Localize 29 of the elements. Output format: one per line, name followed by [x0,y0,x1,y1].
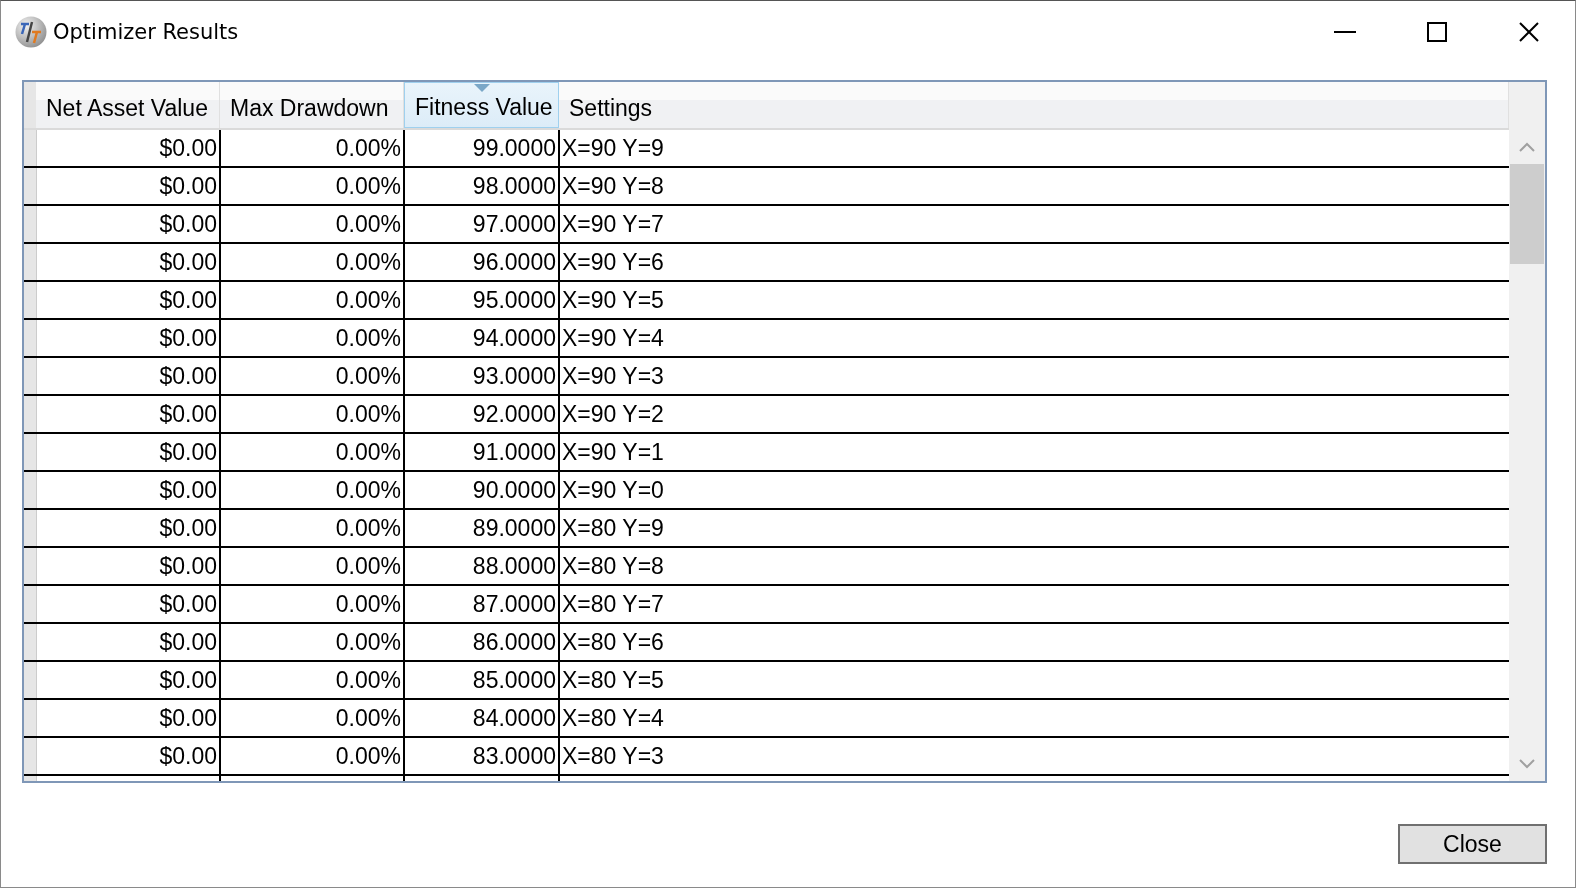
row-header[interactable] [24,206,37,242]
row-header[interactable] [24,472,37,508]
row-header[interactable] [24,130,37,166]
row-header[interactable] [24,510,37,546]
row-header[interactable] [24,358,37,394]
row-header[interactable] [24,548,37,584]
close-icon [1519,21,1539,42]
row-header[interactable] [24,168,37,204]
row-header[interactable] [24,396,37,432]
window-title: Optimizer Results [53,19,240,44]
sort-descending-icon [473,84,490,92]
scrollbar-thumb[interactable] [1510,164,1544,264]
row-header[interactable] [24,586,37,622]
maximize-icon [1427,21,1447,42]
app-logo-icon [15,15,47,48]
row-header[interactable] [24,434,37,470]
row-header[interactable] [24,700,37,736]
row-header[interactable] [24,662,37,698]
scroll-down-icon[interactable] [1519,759,1535,769]
row-header[interactable] [24,282,37,318]
row-header[interactable] [24,320,37,356]
column-header[interactable]: Net Asset Value [36,82,220,128]
minimize-icon [1334,30,1356,33]
column-header[interactable]: Fitness Value [404,82,559,128]
scroll-up-icon[interactable] [1519,142,1535,152]
row-header[interactable] [24,738,37,774]
row-header[interactable] [24,624,37,660]
close-button[interactable]: Close [1398,824,1547,864]
row-header[interactable] [24,244,37,280]
